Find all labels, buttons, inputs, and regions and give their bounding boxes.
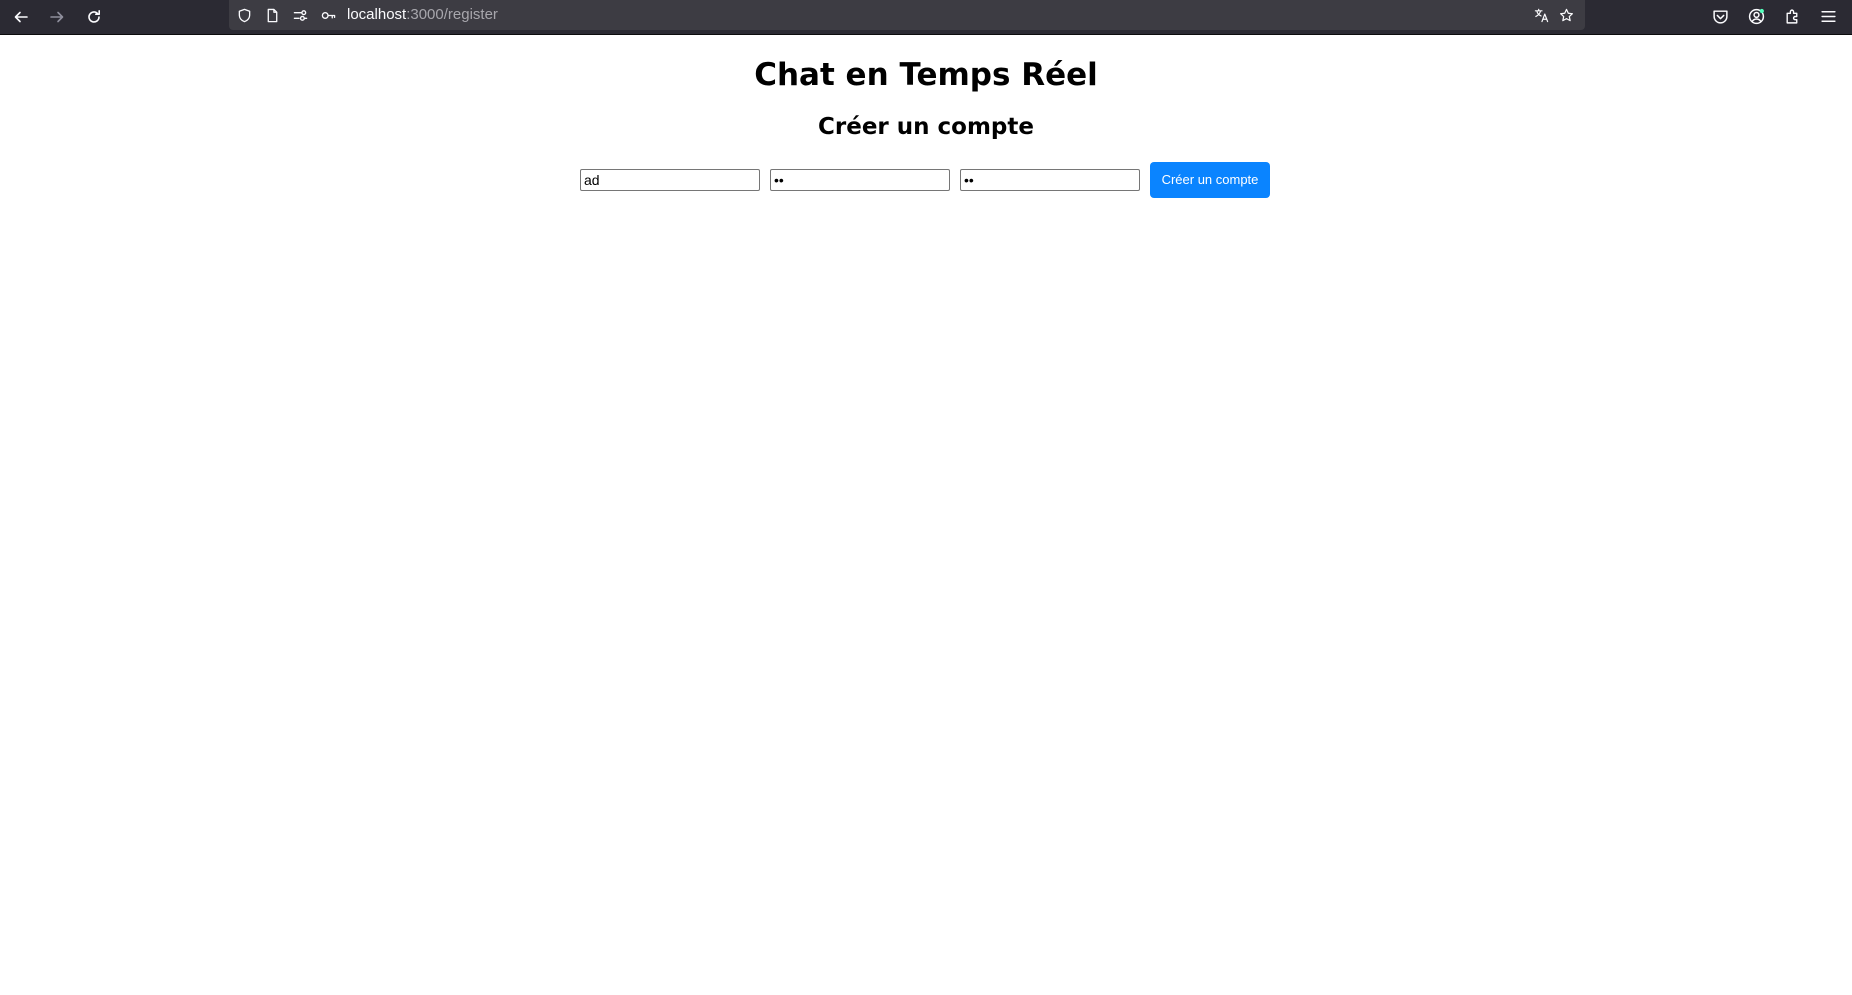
url-path: :3000/register <box>406 6 498 23</box>
account-icon[interactable] <box>1745 5 1767 27</box>
forward-arrow-icon[interactable] <box>44 4 70 30</box>
confirm-password-input[interactable]: •• <box>960 169 1140 191</box>
browser-toolbar: localhost:3000/register <box>0 0 1852 35</box>
create-account-button[interactable]: Créer un compte <box>1150 162 1270 198</box>
address-bar[interactable]: localhost:3000/register <box>229 0 1585 30</box>
password-input[interactable]: •• <box>770 169 950 191</box>
back-arrow-icon[interactable] <box>8 4 34 30</box>
pocket-icon[interactable] <box>1709 5 1731 27</box>
username-input[interactable]: ad <box>580 169 760 191</box>
translate-icon[interactable] <box>1532 6 1550 24</box>
page-subtitle: Créer un compte <box>818 114 1034 140</box>
key-icon[interactable] <box>319 6 337 24</box>
shield-icon[interactable] <box>235 6 253 24</box>
reload-icon[interactable] <box>81 4 107 30</box>
hamburger-menu-icon[interactable] <box>1817 5 1839 27</box>
permissions-icon[interactable] <box>291 6 309 24</box>
page-content: Chat en Temps Réel Créer un compte ad ••… <box>0 36 1852 995</box>
star-icon[interactable] <box>1557 6 1575 24</box>
url-host: localhost <box>347 6 407 23</box>
page-icon[interactable] <box>263 6 281 24</box>
puzzle-icon[interactable] <box>1781 5 1803 27</box>
page-title: Chat en Temps Réel <box>754 57 1098 93</box>
url-text[interactable]: localhost:3000/register <box>347 6 498 24</box>
